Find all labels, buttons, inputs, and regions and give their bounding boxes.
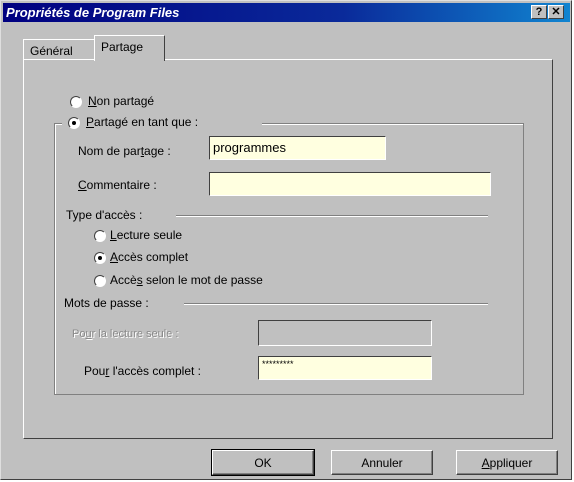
tab-sharing[interactable]: Partage — [94, 35, 165, 61]
tab-general[interactable]: Général — [23, 39, 95, 59]
not-shared-radio[interactable] — [70, 96, 82, 108]
apply-button-label: ppliquer — [489, 456, 533, 470]
full-access-radio[interactable] — [94, 252, 106, 264]
read-only-label[interactable]: Lecture seule — [110, 228, 182, 242]
sharing-panel: Non partagé Partagé en tant que : Nom de… — [23, 59, 553, 439]
full-access-label[interactable]: Accès complet — [110, 250, 188, 264]
apply-button-mnemonic: A — [481, 456, 490, 470]
properties-dialog: Propriétés de Program Files ? ✕ Général … — [0, 0, 572, 480]
passwords-label: Mots de passe : — [64, 296, 155, 310]
comment-label: Commentaire : — [78, 178, 157, 192]
password-based-radio[interactable] — [94, 275, 106, 287]
close-button[interactable]: ✕ — [548, 5, 564, 19]
ok-button[interactable]: OK — [211, 449, 315, 476]
help-button[interactable]: ? — [531, 5, 547, 19]
read-only-radio[interactable] — [94, 230, 106, 242]
password-based-label[interactable]: Accès selon le mot de passe — [110, 273, 263, 287]
tab-general-label: Général — [30, 44, 73, 58]
not-shared-label[interactable]: Non partagé — [88, 94, 154, 108]
read-only-password-input[interactable] — [258, 320, 432, 346]
title-bar[interactable]: Propriétés de Program Files ? ✕ — [3, 3, 570, 22]
shared-as-label[interactable]: Partagé en tant que : — [86, 115, 198, 129]
read-only-password-label: Pour la lecture seule : — [72, 328, 179, 340]
comment-input[interactable] — [209, 172, 491, 196]
share-name-label: Nom de partage : — [78, 144, 171, 158]
access-type-label: Type d'accès : — [66, 208, 149, 222]
apply-button[interactable]: Appliquer — [456, 450, 558, 475]
share-name-input[interactable]: programmes — [209, 136, 386, 160]
full-access-password-label: Pour l'accès complet : — [84, 364, 202, 378]
shared-as-radio[interactable] — [68, 117, 80, 129]
cancel-button[interactable]: Annuler — [331, 450, 433, 475]
full-access-password-input[interactable]: ********* — [258, 356, 432, 380]
window-title: Propriétés de Program Files — [6, 5, 180, 20]
tab-sharing-label: Partage — [101, 40, 144, 54]
